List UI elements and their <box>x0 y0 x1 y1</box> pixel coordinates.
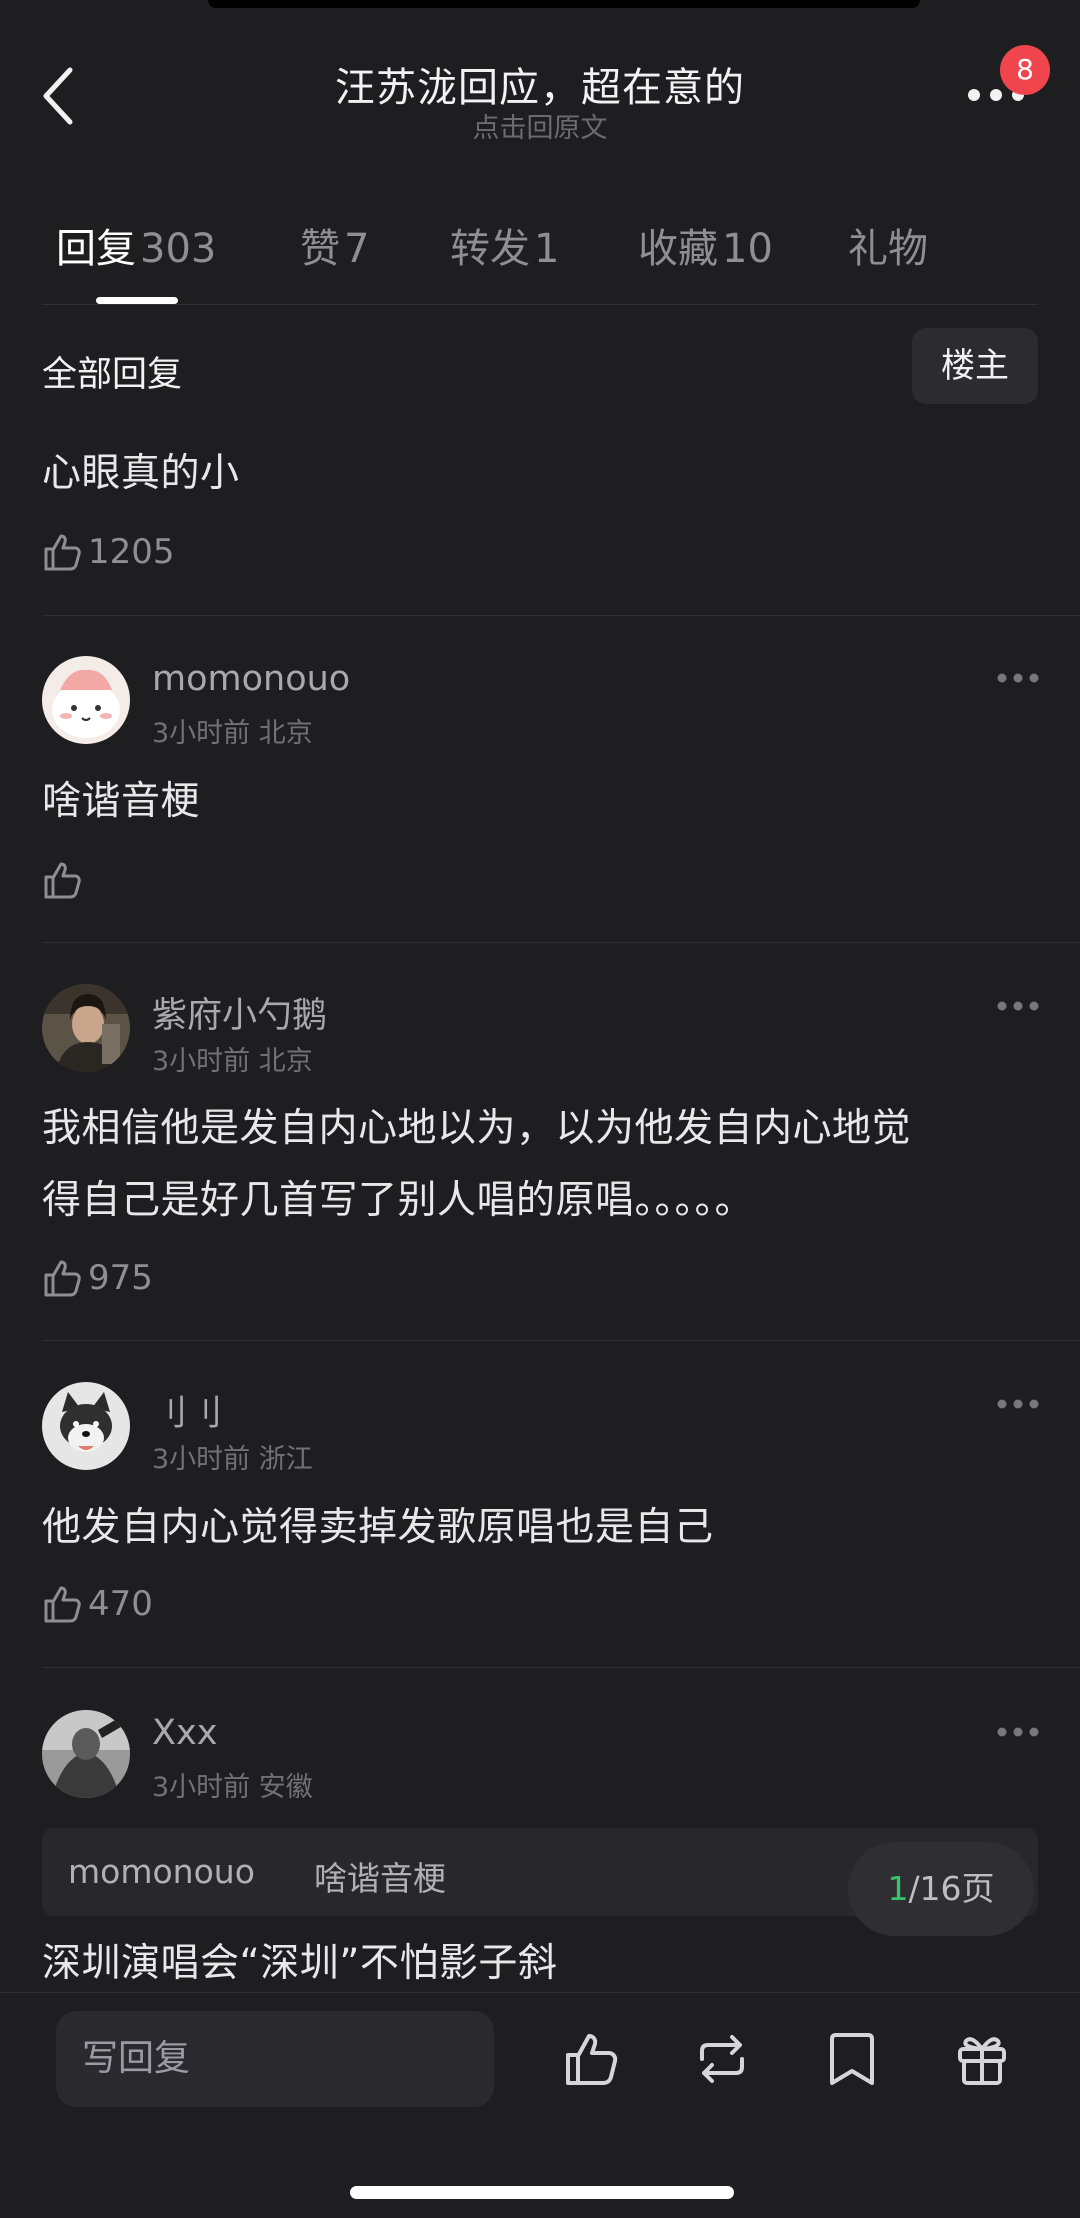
comment-text: 啥谐音梗 <box>42 779 201 824</box>
comment-time: 3小时前 <box>152 1046 251 1077</box>
comment-location: 北京 <box>258 1046 313 1077</box>
tab-count: 10 <box>722 226 773 272</box>
comment-text: 深圳演唱会“深圳”不怕影子斜 <box>42 1941 558 1986</box>
page-indicator[interactable]: 1/16页 <box>848 1842 1034 1936</box>
comment-text-line: 得自己是好几首写了别人唱的原唱。。。。。 <box>42 1178 755 1223</box>
divider <box>42 1667 1080 1668</box>
device-notch <box>208 0 920 8</box>
comment-text: 他发自内心觉得卖掉发歌原唱也是自己 <box>42 1505 714 1550</box>
divider <box>42 304 1038 305</box>
comment-time: 3小时前 <box>152 718 251 749</box>
gift-icon[interactable] <box>952 2029 1012 2089</box>
quoted-username: momonouo <box>68 1852 255 1891</box>
tab-label: 回复 <box>56 226 136 272</box>
home-indicator[interactable] <box>350 2186 734 2199</box>
username[interactable]: 刂刂 <box>152 1385 222 1436</box>
thumbs-up-icon <box>44 534 81 571</box>
like-button[interactable]: 470 <box>42 1582 153 1626</box>
post-replies-screen: 汪苏泷回应，超在意的 点击回原文 8 回复 303 赞7 转发 1 收藏 10 礼物 … <box>0 0 1080 2218</box>
comment-text-line: 我相信他是发自内心地以为，以为他发自内心地觉 <box>42 1106 912 1151</box>
reply-text: 心眼真的小 <box>42 451 240 496</box>
divider <box>42 615 1080 616</box>
username[interactable]: Xxx <box>152 1713 217 1753</box>
bookmark-icon[interactable] <box>822 2029 882 2089</box>
active-tab-indicator <box>96 297 178 304</box>
page-title[interactable]: 汪苏泷回应，超在意的 <box>0 55 1080 113</box>
tab-label: 转发 <box>450 226 530 272</box>
thumbs-up-icon <box>44 1586 81 1623</box>
like-button[interactable] <box>42 858 84 902</box>
avatar[interactable] <box>42 984 130 1072</box>
comment-location: 浙江 <box>258 1444 313 1475</box>
comment-time: 3小时前 <box>152 1772 251 1803</box>
reply-input[interactable]: 写回复 <box>56 2011 494 2107</box>
notification-badge: 8 <box>1000 45 1050 95</box>
total-pages: /16页 <box>908 1869 995 1908</box>
repost-icon[interactable] <box>692 2029 752 2089</box>
comment-meta: 3小时前 浙江 <box>152 1437 313 1476</box>
quoted-text: 啥谐音梗 <box>314 1859 446 1898</box>
more-dots-icon[interactable] <box>996 1726 1040 1738</box>
tab-label: 收藏 <box>638 226 718 272</box>
tab-favorites[interactable]: 收藏 10 <box>638 216 773 274</box>
like-count: 470 <box>88 1584 153 1624</box>
comment-location: 安徽 <box>258 1772 313 1803</box>
tab-replies[interactable]: 回复 303 <box>56 216 216 274</box>
current-page: 1 <box>887 1869 909 1908</box>
tab-bar: 回复 303 赞7 转发 1 收藏 10 礼物 <box>0 216 1080 306</box>
comment-meta: 3小时前 北京 <box>152 1039 313 1078</box>
username[interactable]: momonouo <box>152 659 350 699</box>
op-only-button[interactable]: 楼主 <box>912 328 1038 404</box>
tab-count: 303 <box>140 226 217 272</box>
thumbs-up-icon[interactable] <box>562 2029 622 2089</box>
tab-reposts[interactable]: 转发 1 <box>450 216 559 274</box>
username[interactable]: 紫府小勺鹅 <box>152 987 327 1038</box>
thumbs-up-icon <box>44 862 81 899</box>
avatar[interactable] <box>42 1382 130 1470</box>
divider <box>42 942 1080 943</box>
tab-count: 7 <box>344 226 370 272</box>
comment-time: 3小时前 <box>152 1444 251 1475</box>
more-dots-icon[interactable] <box>996 1398 1040 1410</box>
tab-count: 1 <box>534 226 560 272</box>
tab-gifts[interactable]: 礼物 <box>848 216 928 274</box>
bottom-action-bar: 写回复 <box>0 1992 1080 2218</box>
all-replies-label: 全部回复 <box>42 355 183 395</box>
thumbs-up-icon <box>44 1260 81 1297</box>
tab-label: 赞 <box>300 226 340 272</box>
divider <box>42 1340 1080 1341</box>
like-count: 975 <box>88 1258 153 1298</box>
avatar[interactable] <box>42 1710 130 1798</box>
comment-location: 北京 <box>258 718 313 749</box>
comment-meta: 3小时前 北京 <box>152 711 313 750</box>
more-dots-icon[interactable] <box>996 1000 1040 1012</box>
tab-label: 礼物 <box>848 226 928 272</box>
comment-meta: 3小时前 安徽 <box>152 1765 313 1804</box>
avatar[interactable] <box>42 656 130 744</box>
view-original-link[interactable]: 点击回原文 <box>0 106 1080 145</box>
tab-likes[interactable]: 赞7 <box>300 216 369 274</box>
like-count: 1205 <box>88 532 175 572</box>
like-button[interactable]: 975 <box>42 1256 153 1300</box>
more-dots-icon[interactable] <box>996 672 1040 684</box>
like-button[interactable]: 1205 <box>42 530 175 574</box>
